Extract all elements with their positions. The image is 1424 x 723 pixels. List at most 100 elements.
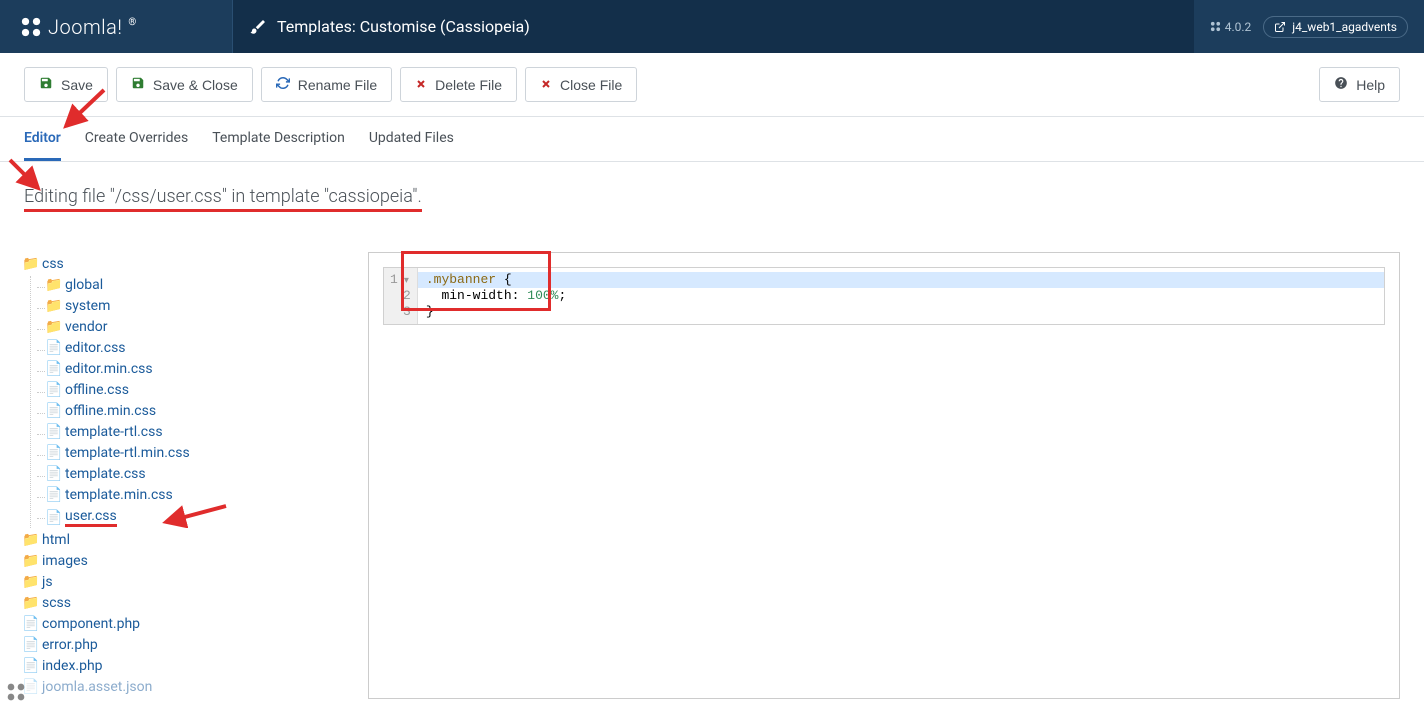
file-editor-css[interactable]: 📄editor.css [47, 339, 344, 357]
file-label: template.css [65, 466, 146, 482]
delete-label: Delete File [435, 77, 502, 93]
code-body[interactable]: .mybanner { min-width: 100%; } [418, 268, 1384, 324]
rename-label: Rename File [298, 77, 377, 93]
help-button[interactable]: Help [1319, 67, 1400, 102]
folder-images[interactable]: 📁images [24, 552, 344, 570]
sync-icon [276, 76, 290, 93]
file-icon: 📄 [24, 679, 38, 695]
save-close-button[interactable]: Save & Close [116, 67, 253, 102]
file-label: joomla.asset.json [42, 679, 152, 695]
save-label: Save [61, 77, 93, 93]
file-icon: 📄 [24, 637, 38, 653]
file-template-min-css[interactable]: 📄template.min.css [47, 486, 344, 504]
file-offline-min-css[interactable]: 📄offline.min.css [47, 402, 344, 420]
save-icon [131, 76, 145, 93]
site-link[interactable]: j4_web1_agadvents [1263, 16, 1408, 38]
folder-label: global [65, 277, 103, 293]
file-icon: 📄 [47, 487, 61, 503]
code-brace: } [426, 304, 434, 319]
line-number: 1 [390, 272, 398, 287]
file-template-rtl-min-css[interactable]: 📄template-rtl.min.css [47, 444, 344, 462]
folder-label: scss [42, 595, 71, 611]
folder-global[interactable]: 📁global [47, 276, 344, 294]
file-icon: 📄 [47, 445, 61, 461]
toolbar-left: Save Save & Close Rename File Delete Fil… [24, 67, 637, 102]
folder-scss[interactable]: 📁scss [24, 594, 344, 612]
times-icon [540, 77, 552, 93]
editing-title: Editing file "/css/user.css" in template… [24, 186, 422, 212]
tab-overrides[interactable]: Create Overrides [85, 117, 188, 161]
code-prop: min-width [441, 288, 511, 303]
folder-icon: 📁 [24, 532, 38, 548]
folder-html[interactable]: 📁html [24, 531, 344, 549]
save-button[interactable]: Save [24, 67, 108, 102]
folder-icon: 📁 [47, 319, 61, 335]
file-joomla-asset-json[interactable]: 📄joomla.asset.json [24, 678, 344, 696]
file-template-css[interactable]: 📄template.css [47, 465, 344, 483]
code-editor[interactable]: 1 ▾ 2 3 .mybanner { min-width: 100%; } [383, 267, 1385, 325]
save-icon [39, 76, 53, 93]
folder-label: system [65, 298, 110, 314]
header-right: 4.0.2 j4_web1_agadvents [1194, 16, 1424, 38]
folder-label: html [42, 532, 70, 548]
line-number: 3 [390, 304, 411, 320]
tab-updated[interactable]: Updated Files [369, 117, 454, 161]
collapse-marker-icon[interactable]: ▾ [398, 276, 411, 287]
folder-system[interactable]: 📁system [47, 297, 344, 315]
code-line: min-width: 100%; [418, 288, 1384, 304]
file-label: offline.min.css [65, 403, 156, 419]
rename-button[interactable]: Rename File [261, 67, 392, 102]
folder-icon: 📁 [47, 277, 61, 293]
file-index-php[interactable]: 📄index.php [24, 657, 344, 675]
line-number: 2 [390, 288, 411, 304]
file-template-rtl-css[interactable]: 📄template-rtl.css [47, 423, 344, 441]
file-icon: 📄 [47, 466, 61, 482]
file-icon: 📄 [24, 616, 38, 632]
file-tree: 📁css 📁global 📁system 📁vendor 📄editor.css… [24, 252, 344, 699]
folder-label: images [42, 553, 88, 569]
folder-icon: 📁 [24, 256, 38, 272]
file-icon: 📄 [47, 510, 61, 526]
file-error-php[interactable]: 📄error.php [24, 636, 344, 654]
file-editor-min-css[interactable]: 📄editor.min.css [47, 360, 344, 378]
folder-icon: 📁 [24, 595, 38, 611]
file-offline-css[interactable]: 📄offline.css [47, 381, 344, 399]
file-icon: 📄 [47, 340, 61, 356]
tab-editor[interactable]: Editor [24, 117, 61, 161]
delete-button[interactable]: Delete File [400, 67, 517, 102]
joomla-mini-icon [1210, 21, 1221, 32]
file-user-css[interactable]: 📄user.css [47, 507, 344, 528]
save-close-label: Save & Close [153, 77, 238, 93]
question-icon [1334, 76, 1348, 93]
code-semicolon: ; [559, 288, 567, 303]
file-label: component.php [42, 616, 140, 632]
folder-css[interactable]: 📁css [24, 255, 344, 273]
help-label: Help [1356, 77, 1385, 93]
close-button[interactable]: Close File [525, 67, 637, 102]
version-text: 4.0.2 [1225, 20, 1252, 34]
tab-description[interactable]: Template Description [212, 117, 345, 161]
file-label: editor.min.css [65, 361, 153, 377]
folder-js[interactable]: 📁js [24, 573, 344, 591]
code-brace: { [496, 272, 512, 287]
file-icon: 📄 [47, 382, 61, 398]
code-value: 100% [527, 288, 558, 303]
joomla-footer-icon [6, 682, 26, 702]
app-header: Joomla! ® Templates: Customise (Cassiope… [0, 0, 1424, 53]
file-icon: 📄 [24, 658, 38, 674]
code-selector: .mybanner [426, 272, 496, 287]
file-label: template.min.css [65, 487, 173, 503]
times-icon [415, 77, 427, 93]
brush-icon [249, 18, 267, 36]
logo-text: Joomla! [48, 15, 122, 39]
folder-label: vendor [65, 319, 107, 335]
close-label: Close File [560, 77, 622, 93]
file-label: template-rtl.css [65, 424, 163, 440]
logo-area: Joomla! ® [0, 15, 232, 39]
site-name: j4_web1_agadvents [1292, 20, 1397, 34]
folder-vendor[interactable]: 📁vendor [47, 318, 344, 336]
file-label: template-rtl.min.css [65, 445, 190, 461]
file-component-php[interactable]: 📄component.php [24, 615, 344, 633]
file-label: user.css [65, 508, 117, 527]
joomla-logo[interactable]: Joomla! ® [20, 15, 136, 39]
